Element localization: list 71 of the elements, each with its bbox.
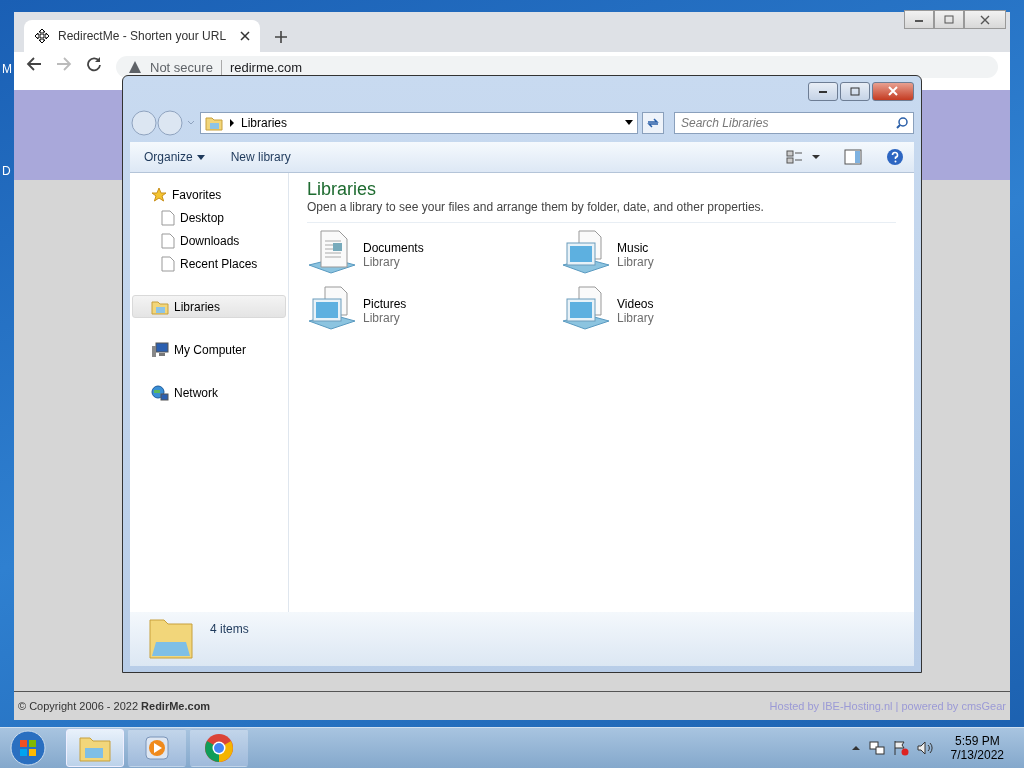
clock[interactable]: 5:59 PM 7/13/2022 [950,734,1004,762]
star-icon [151,186,167,203]
restore-icon [850,86,860,96]
close-icon [980,14,990,25]
nav-item[interactable]: Desktop [130,206,288,229]
network-icon[interactable] [868,740,885,756]
dropdown-caret-icon [625,120,633,126]
library-item[interactable]: Pictures Library [307,283,561,333]
media-library-icon [561,283,611,331]
library-item[interactable]: Music Library [561,227,815,277]
desktop-icon-label: M [2,62,12,76]
search-icon [896,117,908,129]
caret-icon [196,154,205,160]
library-folder-icon [148,616,194,660]
restore-icon [944,15,954,24]
flag-icon[interactable] [892,740,909,756]
refresh-button[interactable] [642,112,664,134]
back-arrow-icon[interactable] [26,56,42,72]
media-library-icon [561,227,611,275]
minimize-button[interactable] [808,81,838,101]
description-text: Open a library to see your files and arrange them by folder, date, and other properties. [307,200,896,223]
document-library-icon [307,227,357,275]
media-library-icon [307,283,357,331]
breadcrumb-arrow-icon [229,119,235,127]
minimize-button[interactable] [904,10,934,29]
nav-item[interactable]: Favorites [132,183,286,206]
page-icon [161,209,175,226]
help-icon[interactable] [886,148,904,166]
page-icon [161,232,175,249]
close-icon[interactable] [240,31,250,41]
nav-item[interactable]: Libraries [132,295,286,318]
media-player-icon [143,734,171,762]
new-tab-icon[interactable] [274,30,288,44]
item-count: 4 items [210,621,249,638]
command-button[interactable]: Organize [134,146,215,168]
search-field[interactable]: Search Libraries [674,112,914,134]
close-button[interactable] [872,81,914,101]
refresh-icon [646,116,660,130]
minimize-icon [818,88,828,94]
start-button[interactable] [8,728,48,768]
command-button[interactable]: New library [220,146,301,168]
chrome-icon [204,733,234,763]
page-icon [161,255,175,272]
volume-icon[interactable] [916,740,933,756]
preview-pane-icon[interactable] [844,149,862,165]
taskbar-app-button[interactable] [190,729,248,767]
copyright-text: © Copyright 2006 - 2022 RedirMe.com [18,700,211,712]
close-button[interactable] [964,10,1006,29]
nav-item[interactable]: Downloads [130,229,288,252]
show-hidden-icons[interactable] [850,744,861,752]
library-icon [151,298,169,315]
folder-icon [79,734,111,762]
close-icon [888,86,898,96]
move-arrows-icon [34,28,50,44]
library-item[interactable]: Documents Library [307,227,561,277]
library-item[interactable]: Videos Library [561,283,815,333]
nav-item[interactable]: Recent Places [130,252,288,275]
address-field[interactable]: Libraries [200,112,638,134]
page-heading: Libraries [307,179,378,200]
nav-item[interactable]: Network [132,381,286,404]
hosting-credit: Hosted by IBE-Hosting.nl | powered by cmsGear [769,700,1006,712]
library-icon [205,115,223,131]
browser-tab[interactable]: RedirectMe - Shorten your URL [24,20,260,52]
reload-icon[interactable] [86,56,102,72]
desktop-icon-label: D [2,164,11,178]
address-bar[interactable]: Not secure redirme.com [116,56,998,78]
computer-icon [151,341,169,358]
maximize-button[interactable] [840,81,870,101]
nav-item[interactable]: My Computer [132,338,286,361]
network-icon [151,384,169,401]
view-options-icon[interactable] [786,149,820,165]
